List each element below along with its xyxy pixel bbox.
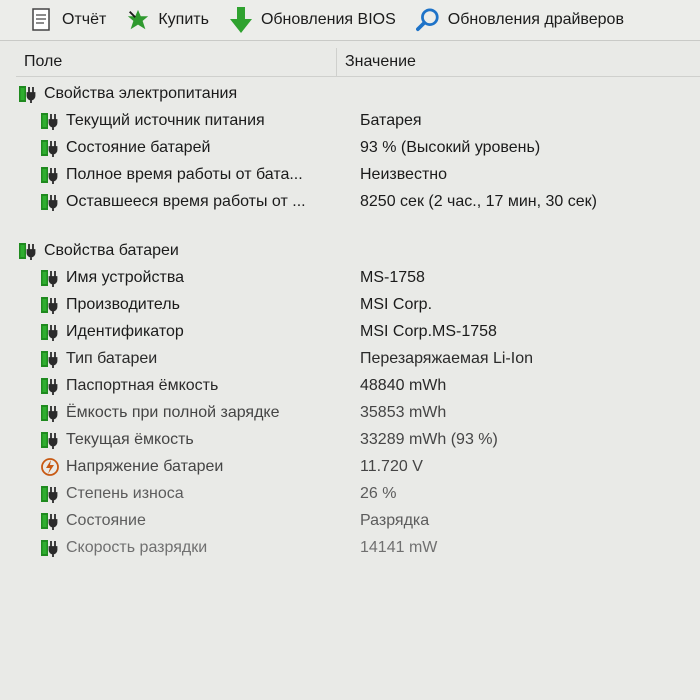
battery-plug-icon xyxy=(40,138,62,158)
battery-plug-icon xyxy=(40,192,62,212)
battery-plug-icon xyxy=(40,268,62,288)
report-icon xyxy=(30,7,54,33)
buy-icon xyxy=(126,7,150,33)
list-item[interactable]: Производитель MSI Corp. xyxy=(16,291,700,318)
list-item[interactable]: Текущий источник питания Батарея xyxy=(16,107,700,134)
voltage-icon xyxy=(40,457,62,477)
battery-plug-icon xyxy=(40,165,62,185)
value-column-header[interactable]: Значение xyxy=(337,48,416,76)
group-battery-properties[interactable]: Свойства батареи xyxy=(16,237,700,264)
list-item[interactable]: Напряжение батареи 11.720 V xyxy=(16,453,700,480)
driver-updates-button[interactable]: Обновления драйверов xyxy=(410,2,630,38)
battery-plug-icon xyxy=(40,111,62,131)
report-button[interactable]: Отчёт xyxy=(0,2,112,38)
battery-plug-icon xyxy=(18,241,40,261)
list-item[interactable]: Оставшееся время работы от ... 8250 сек … xyxy=(16,188,700,215)
battery-plug-icon xyxy=(40,376,62,396)
search-icon xyxy=(415,7,440,33)
list-item[interactable]: Скорость разрядки 14141 mW xyxy=(16,534,700,561)
list-item[interactable]: Степень износа 26 % xyxy=(16,480,700,507)
group-power-properties[interactable]: Свойства электропитания xyxy=(16,80,700,107)
properties-list: Свойства электропитания Текущий источник… xyxy=(16,80,700,561)
list-item[interactable]: Паспортная ёмкость 48840 mWh xyxy=(16,372,700,399)
list-item[interactable]: Полное время работы от бата... Неизвестн… xyxy=(16,161,700,188)
battery-plug-icon xyxy=(18,84,40,104)
list-item[interactable]: Текущая ёмкость 33289 mWh (93 %) xyxy=(16,426,700,453)
download-arrow-icon xyxy=(229,7,253,33)
battery-plug-icon xyxy=(40,349,62,369)
bios-updates-button[interactable]: Обновления BIOS xyxy=(223,2,402,38)
bios-updates-label: Обновления BIOS xyxy=(260,11,396,28)
toolbar: Отчёт Купить Обновления BIOS Обновления … xyxy=(0,0,700,41)
battery-plug-icon xyxy=(40,295,62,315)
buy-label: Купить xyxy=(158,11,209,28)
buy-button[interactable]: Купить xyxy=(120,2,215,38)
battery-plug-icon xyxy=(40,430,62,450)
battery-plug-icon xyxy=(40,322,62,342)
list-item[interactable]: Идентификатор MSI Corp.MS-1758 xyxy=(16,318,700,345)
list-header: Поле Значение xyxy=(16,48,700,77)
battery-plug-icon xyxy=(40,403,62,423)
list-item[interactable]: Ёмкость при полной зарядке 35853 mWh xyxy=(16,399,700,426)
field-column-header[interactable]: Поле xyxy=(16,48,337,76)
battery-plug-icon xyxy=(40,538,62,558)
list-item[interactable]: Тип батареи Перезаряжаемая Li-Ion xyxy=(16,345,700,372)
battery-plug-icon xyxy=(40,511,62,531)
report-label: Отчёт xyxy=(62,11,107,28)
battery-plug-icon xyxy=(40,484,62,504)
list-item[interactable]: Состояние Разрядка xyxy=(16,507,700,534)
list-item[interactable]: Состояние батарей 93 % (Высокий уровень) xyxy=(16,134,700,161)
list-item[interactable]: Имя устройства MS-1758 xyxy=(16,264,700,291)
driver-updates-label: Обновления драйверов xyxy=(447,11,624,28)
